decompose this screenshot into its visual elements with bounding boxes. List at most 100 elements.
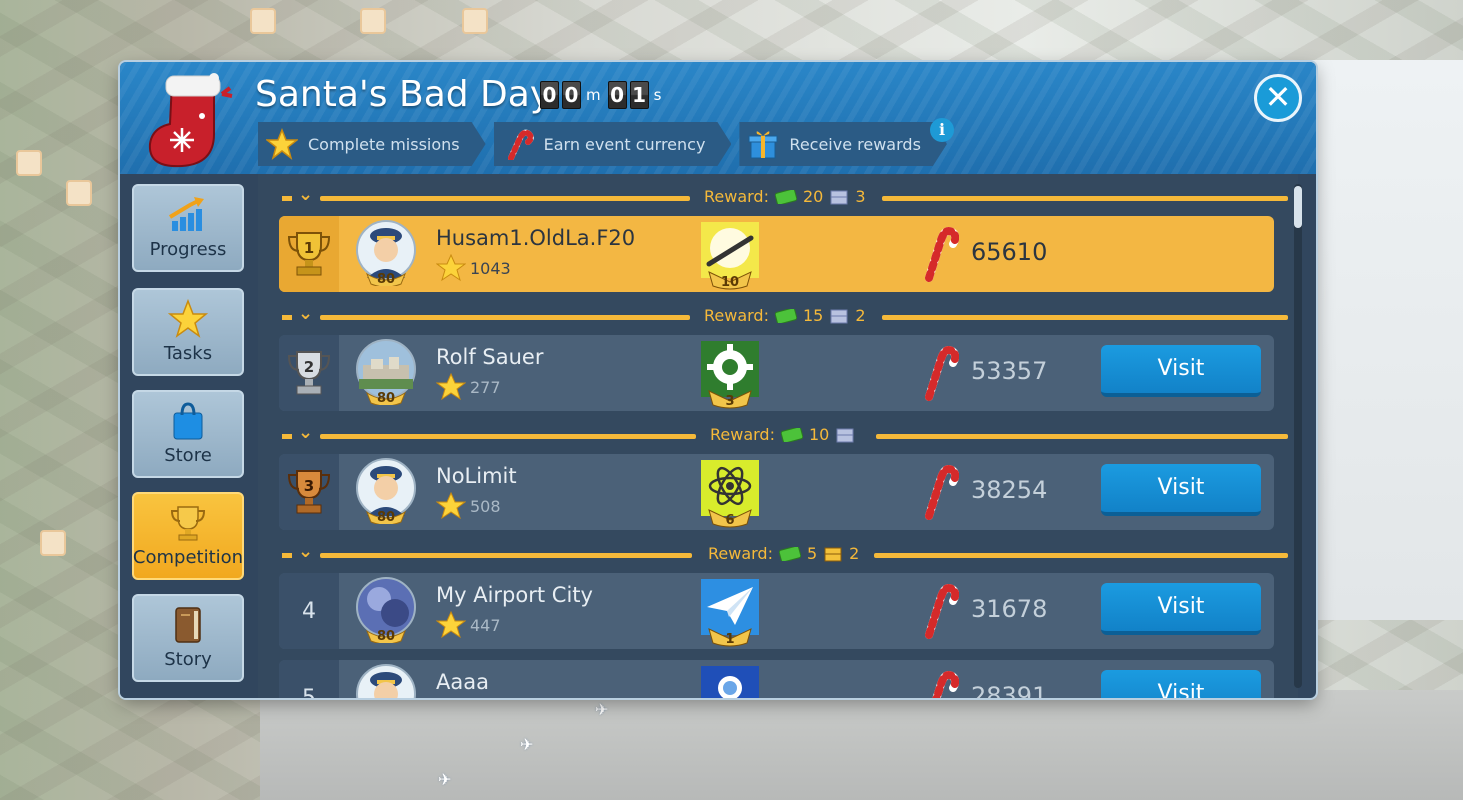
book-icon: [175, 607, 201, 643]
visit-button[interactable]: Visit: [1101, 583, 1261, 635]
player-level: 80: [377, 272, 395, 286]
reward-info: Reward: 20 3: [704, 187, 866, 206]
silver-trophy-icon: 2: [287, 351, 331, 395]
rank-cell: 1: [279, 216, 339, 292]
reward-divider: ⌄ Reward: 20 3: [278, 184, 1288, 210]
city-photo-avatar[interactable]: 80: [353, 339, 419, 405]
bronze-trophy-icon: 3: [287, 470, 331, 514]
player-stars: 447: [436, 611, 501, 639]
reward-label: Reward:: [708, 544, 773, 563]
sidebar: Progress Tasks Store Competition Story: [120, 174, 258, 698]
reward-cash-amount: 20: [802, 187, 824, 206]
snow-field: [1303, 60, 1463, 620]
player-stars: 1043: [436, 254, 511, 282]
reward-info: Reward: 10: [710, 425, 855, 444]
shopping-bag-icon: [173, 402, 203, 440]
rank-cell: 4: [279, 573, 339, 649]
reward-cash-amount: 5: [806, 544, 818, 563]
reward-crate-amount: 2: [855, 306, 866, 325]
sidebar-item-competition[interactable]: Competition: [132, 492, 244, 580]
rank-cell: 5: [279, 660, 339, 698]
bg-plane-icon: ✈: [595, 700, 609, 719]
bg-crate-icon[interactable]: [66, 180, 92, 206]
sidebar-item-label: Progress: [149, 239, 227, 260]
bg-crate-icon[interactable]: [40, 530, 66, 556]
cash-icon: [774, 308, 797, 323]
star-icon: [266, 128, 298, 160]
info-button[interactable]: i: [930, 118, 954, 142]
pilot-avatar[interactable]: 80: [353, 664, 419, 698]
pilot-avatar[interactable]: 80: [353, 220, 419, 286]
leaderboard-row[interactable]: 1 80 Husam1.OldLa.F20 1043 10 65610: [279, 216, 1274, 292]
visit-button[interactable]: Visit: [1101, 345, 1261, 397]
player-score: 31678: [971, 595, 1048, 623]
leaderboard-row[interactable]: 3 80 NoLimit 508 6 38254 Visit: [279, 454, 1274, 530]
player-name: Rolf Sauer: [436, 345, 544, 369]
bg-crate-icon[interactable]: [360, 8, 386, 34]
sidebar-item-label: Tasks: [163, 343, 213, 364]
visit-button[interactable]: Visit: [1101, 464, 1261, 516]
gift-icon: [747, 128, 779, 160]
cash-icon: [778, 546, 801, 561]
event-steps: Complete missions Earn event currency Re…: [258, 122, 947, 166]
visit-button[interactable]: Visit: [1101, 670, 1261, 698]
gear-badge: 3: [701, 341, 759, 409]
reward-divider: ⌄ Reward: 10: [278, 422, 1288, 448]
reward-label: Reward:: [704, 306, 769, 325]
reward-label: Reward:: [710, 425, 775, 444]
step-label: Earn event currency: [543, 134, 706, 154]
sidebar-item-tasks[interactable]: Tasks: [132, 288, 244, 376]
star-count: 508: [470, 496, 501, 516]
timer-digit: 0: [607, 81, 627, 109]
leaderboard-list[interactable]: ⌄ Reward: 20 3 1 80 Husam1.OldLa.F20 104…: [258, 174, 1298, 698]
bg-crate-icon[interactable]: [250, 8, 276, 34]
player-level: 80: [377, 510, 395, 524]
step-earn-currency: Earn event currency: [494, 122, 732, 166]
candy-cane-icon: [925, 346, 959, 401]
astronaut-badge: [701, 666, 759, 698]
step-receive-rewards: Receive rewards: [739, 122, 946, 166]
pilot-avatar[interactable]: 80: [353, 458, 419, 524]
atom-badge: 6: [701, 460, 759, 528]
player-name: Aaaa: [436, 670, 489, 694]
custom-avatar[interactable]: 80: [353, 577, 419, 643]
sidebar-item-progress[interactable]: Progress: [132, 184, 244, 272]
step-label: Receive rewards: [789, 134, 921, 154]
player-level: 80: [377, 391, 395, 405]
chevron-down-icon[interactable]: ⌄: [298, 422, 313, 443]
cash-icon: [774, 189, 797, 204]
player-name: Husam1.OldLa.F20: [436, 226, 636, 250]
chevron-down-icon[interactable]: ⌄: [298, 541, 313, 562]
step-complete-missions: Complete missions: [258, 122, 486, 166]
reward-divider: ⌄ Reward: 15 2: [278, 303, 1288, 329]
leaderboard-row[interactable]: 5 80 Aaaa 28391 V: [279, 660, 1274, 698]
leaderboard-row[interactable]: 2 80 Rolf Sauer 277 3 53357 Visit: [279, 335, 1274, 411]
leaderboard-row[interactable]: 4 80 My Airport City 447 1 31678 Visit: [279, 573, 1274, 649]
chevron-down-icon[interactable]: ⌄: [298, 303, 313, 324]
bg-crate-icon[interactable]: [462, 8, 488, 34]
reward-crate-amount: 2: [849, 544, 860, 563]
chevron-down-icon[interactable]: ⌄: [298, 184, 313, 205]
reward-info: Reward: 5 2: [708, 544, 859, 563]
event-header: Santa's Bad Day 0 0 m 0 1 s Complete mis…: [120, 62, 1316, 174]
scroll-thumb[interactable]: [1294, 186, 1302, 228]
bg-crate-icon[interactable]: [16, 150, 42, 176]
reward-info: Reward: 15 2: [704, 306, 866, 325]
crate-icon: [836, 428, 854, 442]
star-count: 277: [470, 377, 501, 397]
reward-label: Reward:: [704, 187, 769, 206]
event-timer: 0 0 m 0 1 s: [540, 80, 665, 110]
player-score: 38254: [971, 476, 1048, 504]
reward-divider: ⌄ Reward: 5 2: [278, 541, 1288, 567]
sidebar-item-story[interactable]: Story: [132, 594, 244, 682]
christmas-stocking-icon: [148, 73, 233, 168]
svg-text:2: 2: [304, 358, 314, 376]
candy-cane-icon: [932, 671, 959, 698]
step-label: Complete missions: [308, 134, 460, 154]
crate-icon: [830, 190, 848, 204]
sidebar-item-label: Story: [164, 649, 212, 670]
timer-digit: 1: [629, 81, 649, 109]
close-button[interactable]: ✕: [1254, 74, 1302, 122]
list-scrollbar[interactable]: [1294, 184, 1302, 688]
sidebar-item-store[interactable]: Store: [132, 390, 244, 478]
